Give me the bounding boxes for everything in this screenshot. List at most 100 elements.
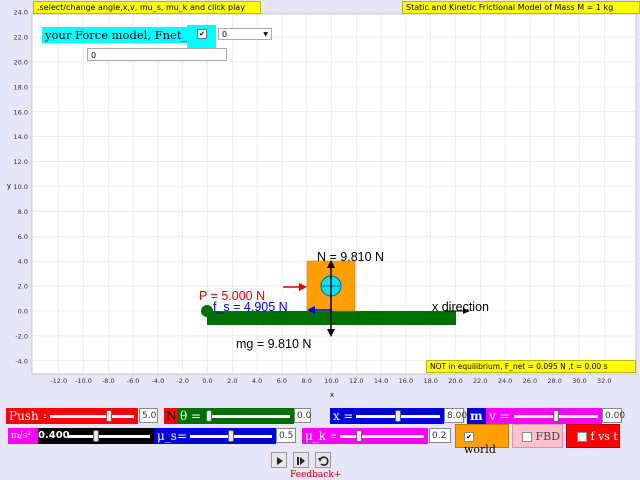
v-slider[interactable] [510, 408, 602, 424]
mu-s-value-input[interactable]: 0.5 [276, 428, 296, 443]
theta-value-input[interactable]: 0.0 [294, 408, 311, 423]
mu-k-slider-thumb[interactable] [355, 430, 362, 442]
x-tick-label: -4.0 [152, 377, 165, 385]
chevron-down-icon: ▼ [263, 31, 268, 38]
push-slider[interactable] [46, 408, 138, 424]
y-tick-label: 24.0 [14, 9, 28, 17]
force-model-select-value: 0 [222, 30, 228, 39]
y-tick-label: 2.0 [18, 283, 28, 291]
y-tick-label: 16.0 [14, 108, 28, 116]
x-tick-label: 18.0 [423, 377, 437, 385]
fbd-label: FBD [535, 430, 561, 443]
y-tick-label: 18.0 [14, 83, 28, 91]
mu-s-slider[interactable] [186, 428, 276, 444]
gravity-value: 0.400 [38, 430, 70, 441]
m-label: m [467, 408, 486, 424]
v-label: v = [486, 408, 510, 424]
y-tick-label: 20.0 [14, 59, 28, 67]
f-vs-t-toggle[interactable]: f vs t [566, 424, 620, 448]
model-title-banner: Static and Kinetic Frictional Model of M… [402, 1, 640, 14]
push-label: Push = [6, 408, 46, 424]
instruction-banner: ,select/change angle,x,v, mu_s, mu_k and… [33, 1, 261, 14]
x-tick-label: 20.0 [448, 377, 462, 385]
push-slider-thumb[interactable] [106, 410, 113, 422]
x-slider-thumb[interactable] [395, 410, 401, 422]
push-value-input[interactable]: 5.0 [139, 408, 158, 423]
x-tick-label: -12.0 [50, 377, 67, 385]
gravity-label: m/s² [8, 428, 38, 444]
reset-button[interactable] [315, 452, 331, 468]
fbd-view-toggle[interactable]: FBD [512, 424, 563, 448]
theta-slider[interactable] [202, 408, 294, 424]
x-label: x = [330, 408, 352, 424]
x-tick-label: 12.0 [349, 377, 363, 385]
y-axis-label: y [7, 182, 11, 190]
friction-force-label: f_s = 4.905 N [213, 300, 288, 314]
gravity-slider[interactable]: 0.400 [38, 428, 154, 444]
y-tick-label: 10.0 [14, 183, 28, 191]
x-value-input[interactable]: 8.00 [444, 408, 467, 423]
y-tick-label: 12.0 [14, 158, 28, 166]
gravity-slider-thumb[interactable] [93, 430, 99, 442]
force-model-input[interactable]: 0 [87, 48, 227, 61]
push-unit: N [164, 408, 177, 424]
mu-k-label: μ_k = [302, 428, 336, 444]
x-tick-label: 30.0 [572, 377, 586, 385]
mu-k-value-input[interactable]: 0.2 [429, 428, 451, 443]
x-tick-label: -2.0 [176, 377, 189, 385]
force-model-label: your Force model, Fnet_x = [42, 27, 210, 43]
y-tick-label: 14.0 [14, 133, 28, 141]
equilibrium-status: NOT in equilibrium, F_net = 0.095 N ,t =… [426, 360, 636, 373]
feedback-link[interactable]: Feedback+ [290, 470, 341, 480]
x-tick-label: 14.0 [374, 377, 388, 385]
world-view-toggle[interactable]: ✔ world [455, 424, 509, 456]
x-tick-label: -8.0 [102, 377, 115, 385]
x-tick-label: 22.0 [473, 377, 487, 385]
x-direction-label: x direction [432, 300, 489, 314]
x-tick-label: 10.0 [324, 377, 338, 385]
x-tick-label: 8.0 [302, 377, 312, 385]
x-tick-label: 24.0 [498, 377, 512, 385]
y-tick-label: 22.0 [14, 34, 28, 42]
y-tick-label: -2.0 [15, 332, 28, 340]
world-checkbox[interactable]: ✔ [464, 432, 474, 442]
force-model-checkbox[interactable]: ✔ [197, 29, 207, 39]
fbd-checkbox[interactable] [522, 432, 532, 442]
x-tick-label: 2.0 [227, 377, 237, 385]
force-model-checkbox-panel: ✔ [187, 25, 216, 49]
mu-s-label: μ_s= [154, 428, 186, 444]
x-slider[interactable] [352, 408, 444, 424]
y-tick-label: 0.0 [18, 308, 28, 316]
step-button[interactable] [293, 452, 309, 468]
x-tick-label: -10.0 [75, 377, 92, 385]
theta-slider-thumb[interactable] [206, 410, 212, 422]
x-tick-label: 16.0 [399, 377, 413, 385]
x-tick-label: 6.0 [277, 377, 287, 385]
step-icon [297, 457, 305, 465]
weight-label: mg = 9.810 N [236, 337, 311, 351]
x-tick-label: 0.0 [202, 377, 212, 385]
x-axis-label: x [330, 391, 334, 399]
x-tick-label: 4.0 [252, 377, 262, 385]
f-vs-t-checkbox[interactable] [577, 432, 587, 442]
y-tick-label: -4.0 [15, 357, 28, 365]
mu-s-slider-thumb[interactable] [228, 430, 234, 442]
theta-label: θ = [177, 408, 202, 424]
play-icon [277, 457, 283, 465]
x-tick-label: 32.0 [597, 377, 611, 385]
pivot-point[interactable] [201, 305, 213, 317]
play-button[interactable] [271, 452, 287, 468]
v-value-input[interactable]: 0.00 [602, 408, 625, 423]
mu-k-slider[interactable] [336, 428, 428, 444]
force-model-select[interactable]: 0 ▼ [218, 28, 272, 40]
x-tick-label: 28.0 [547, 377, 561, 385]
normal-force-label: N = 9.810 N [317, 250, 384, 264]
x-tick-label: -6.0 [127, 377, 140, 385]
x-tick-label: 26.0 [523, 377, 537, 385]
f-vs-t-label: f vs t [590, 430, 618, 443]
world-label: world [464, 443, 496, 456]
v-slider-thumb[interactable] [553, 410, 559, 422]
y-tick-label: 8.0 [18, 208, 28, 216]
y-tick-label: 6.0 [18, 233, 28, 241]
y-tick-label: 4.0 [18, 258, 28, 266]
